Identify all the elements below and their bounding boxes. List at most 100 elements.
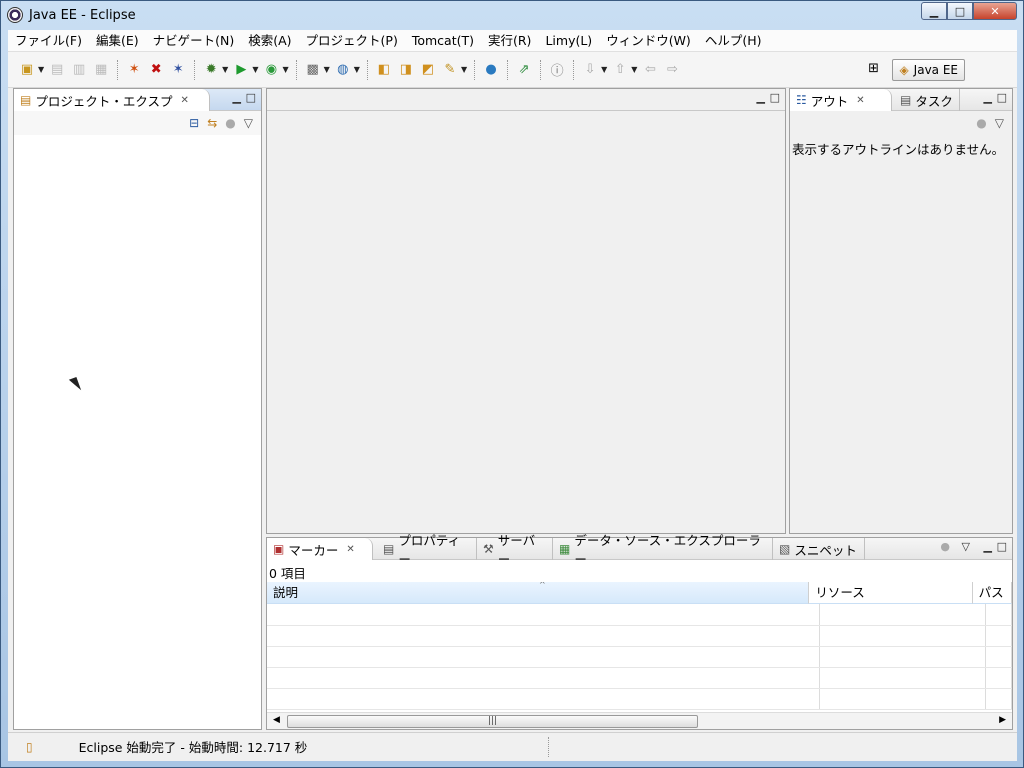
menu-navigate[interactable]: ナビゲート(N)	[146, 31, 242, 51]
menu-project[interactable]: プロジェクト(P)	[299, 31, 405, 51]
link-with-editor-icon[interactable]: ⇆	[207, 116, 217, 130]
maximize-view-icon[interactable]: □	[997, 91, 1007, 104]
menu-search[interactable]: 検索(A)	[241, 31, 298, 51]
menu-file[interactable]: ファイル(F)	[8, 31, 89, 51]
markers-count: 0 項目	[269, 566, 306, 581]
chevron-down-icon[interactable]: ▼	[461, 65, 467, 74]
chevron-down-icon[interactable]: ▼	[222, 65, 228, 74]
tab-servers[interactable]: ⚒ サーバー	[477, 533, 553, 567]
perspective-java-ee-button[interactable]: ◈ Java EE	[892, 59, 965, 81]
forward-icon[interactable]: ⇨	[663, 61, 681, 79]
collapse-all-icon[interactable]: ⊟	[189, 116, 199, 130]
column-description[interactable]: 説明 ^	[267, 582, 810, 604]
open-perspective-icon[interactable]: ⊞	[868, 61, 879, 76]
horizontal-scrollbar[interactable]: ◀ ||| ▶	[267, 712, 1012, 729]
print-icon[interactable]: ▦	[92, 61, 110, 79]
view-menu-icon[interactable]: ▽	[962, 540, 970, 553]
editor-header: ▁ □	[267, 89, 785, 111]
tab-properties[interactable]: ▤ プロパティー	[377, 533, 477, 567]
tab-project-explorer[interactable]: ▤ プロジェクト・エクスプ ✕	[14, 89, 210, 111]
chevron-down-icon[interactable]: ▼	[282, 65, 288, 74]
app-window: Java EE - Eclipse ▁ □ ✕ ファイル(F) 編集(E) ナビ…	[0, 0, 1024, 768]
save-all-icon[interactable]: ▥	[70, 61, 88, 79]
minimize-button[interactable]: ▁	[921, 2, 947, 20]
chevron-down-icon[interactable]: ▼	[38, 65, 44, 74]
open-resource-icon[interactable]: ◩	[419, 61, 437, 79]
view-menu-icon[interactable]: ▽	[244, 116, 253, 130]
close-tab-icon[interactable]: ✕	[180, 95, 188, 106]
search-icon[interactable]: ✎	[441, 61, 459, 79]
markers-table: 説明 ^ リソース パス	[267, 582, 1012, 712]
new-web-service-icon[interactable]: ◍	[334, 61, 352, 79]
chevron-down-icon[interactable]: ▼	[252, 65, 258, 74]
window-title: Java EE - Eclipse	[29, 7, 136, 23]
markers-panel: ▣ マーカー ✕ ▤ プロパティー ⚒ サーバー ▦ データ・ソース・エクスプロ…	[266, 533, 1013, 730]
minimize-view-icon[interactable]: ▁	[984, 91, 992, 104]
new-server-icon[interactable]: ▩	[304, 61, 322, 79]
menu-limy[interactable]: Limy(L)	[538, 31, 599, 51]
status-separator	[548, 737, 549, 757]
next-annotation-icon[interactable]: ⇩	[581, 61, 599, 79]
chevron-down-icon[interactable]: ▼	[601, 65, 607, 74]
markers-icon: ▣	[273, 542, 285, 556]
tab-outline[interactable]: ☷ アウト ✕	[790, 89, 892, 111]
close-tab-icon[interactable]: ✕	[346, 544, 354, 555]
open-type-icon[interactable]: ◧	[375, 61, 393, 79]
maximize-view-icon[interactable]: □	[246, 91, 256, 104]
project-explorer-icon: ▤	[20, 93, 32, 107]
column-resource[interactable]: リソース	[809, 582, 973, 604]
tab-task[interactable]: ▤ タスク	[894, 89, 960, 111]
debug-icon[interactable]: ✹	[202, 61, 220, 79]
scroll-left-icon[interactable]: ◀	[273, 715, 280, 725]
chevron-down-icon[interactable]: ▼	[631, 65, 637, 74]
maximize-button[interactable]: □	[947, 2, 973, 20]
menu-run[interactable]: 実行(R)	[481, 31, 538, 51]
view-menu-icon[interactable]: ▽	[995, 116, 1004, 130]
run-external-icon[interactable]: ◉	[262, 61, 280, 79]
tab-snippets[interactable]: ▧ スニペット	[773, 538, 865, 560]
title-bar[interactable]: Java EE - Eclipse ▁ □ ✕	[1, 1, 1023, 29]
chevron-down-icon[interactable]: ▼	[354, 65, 360, 74]
tomcat-stop-icon[interactable]: ✖	[147, 61, 165, 79]
outline-header: ☷ アウト ✕ ▤ タスク ▁ □	[790, 89, 1012, 111]
minimize-editor-icon[interactable]: ▁	[757, 91, 765, 104]
run-icon[interactable]: ▶	[232, 61, 250, 79]
scroll-right-icon[interactable]: ▶	[999, 715, 1006, 725]
tomcat-restart-icon[interactable]: ✶	[169, 61, 187, 79]
back-icon[interactable]: ⇦	[641, 61, 659, 79]
minimize-view-icon[interactable]: ▁	[233, 91, 241, 104]
open-task-icon[interactable]: ◨	[397, 61, 415, 79]
prev-annotation-icon[interactable]: ⇧	[611, 61, 629, 79]
tab-label: プロパティー	[398, 533, 461, 567]
filters-icon[interactable]: ●	[940, 540, 950, 553]
maximize-editor-icon[interactable]: □	[770, 91, 780, 104]
properties-icon: ▤	[383, 542, 395, 556]
save-icon[interactable]: ▤	[48, 61, 66, 79]
column-path[interactable]: パス	[972, 582, 1012, 604]
minimize-view-icon[interactable]: ▁	[984, 540, 992, 553]
table-row	[267, 688, 1012, 710]
toolbar-separator	[194, 59, 196, 80]
chevron-down-icon[interactable]: ▼	[324, 65, 330, 74]
tab-markers[interactable]: ▣ マーカー ✕	[267, 538, 373, 560]
globe-icon[interactable]: ●	[482, 61, 500, 79]
info-icon[interactable]: ⓘ	[548, 61, 566, 79]
scrollbar-thumb[interactable]: |||	[287, 715, 698, 728]
task-icon: ▤	[900, 93, 912, 107]
tab-data-source-explorer[interactable]: ▦ データ・ソース・エクスプローラー	[553, 533, 773, 567]
close-tab-icon[interactable]: ✕	[856, 95, 864, 106]
deploy-icon[interactable]: ⇗	[515, 61, 533, 79]
menu-window[interactable]: ウィンドウ(W)	[599, 31, 698, 51]
filters-icon[interactable]: ●	[976, 116, 986, 130]
main-toolbar: ▣ ▼ ▤ ▥ ▦ ✶ ✖ ✶ ✹ ▼ ▶ ▼ ◉ ▼ ▩ ▼ ◍ ▼ ◧ ◨ ◩ ✎ ▼ ●…	[8, 52, 1017, 88]
close-button[interactable]: ✕	[973, 2, 1017, 20]
filters-icon[interactable]: ●	[225, 116, 235, 130]
menu-tomcat[interactable]: Tomcat(T)	[405, 31, 481, 51]
maximize-view-icon[interactable]: □	[997, 540, 1007, 553]
table-row	[267, 646, 1012, 668]
menu-edit[interactable]: 編集(E)	[89, 31, 146, 51]
new-icon[interactable]: ▣	[18, 61, 36, 79]
fast-view-icon[interactable]: ▯	[26, 740, 33, 754]
menu-help[interactable]: ヘルプ(H)	[698, 31, 769, 51]
tomcat-start-icon[interactable]: ✶	[125, 61, 143, 79]
